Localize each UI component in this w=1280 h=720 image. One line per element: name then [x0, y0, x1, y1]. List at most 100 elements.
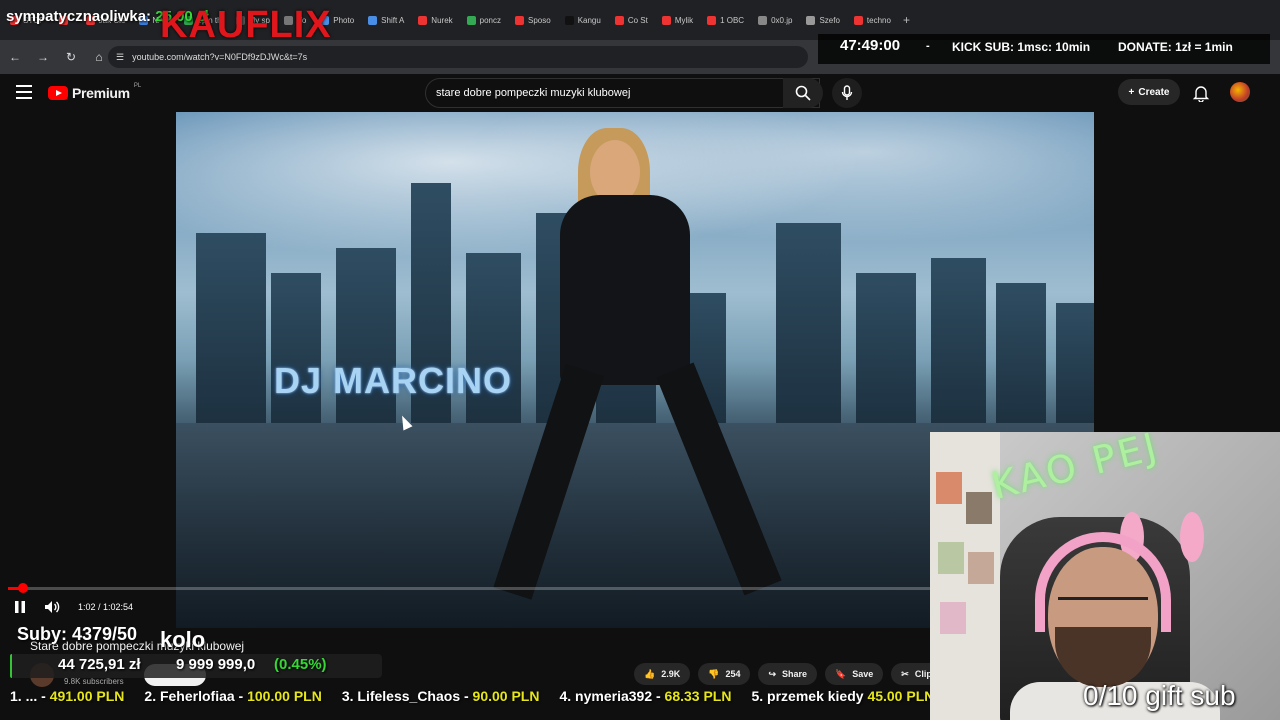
wall-photo	[938, 542, 964, 574]
ticker-amount: 90.00 PLN	[472, 688, 540, 704]
browser-tab[interactable]: Co St	[609, 7, 654, 33]
video-overlay-title: DJ MARCINO	[274, 360, 513, 401]
share-label: Share	[782, 669, 808, 679]
voice-search-button[interactable]	[832, 78, 862, 108]
search-icon	[795, 85, 811, 101]
logo-region: PL	[133, 83, 142, 89]
share-button[interactable]: ↪ Share	[758, 663, 818, 685]
ticker-item: 4. nymeria392 - 68.33 PLN	[559, 688, 731, 710]
wheel-label: kolo	[160, 627, 206, 652]
donate-rule: DONATE: 1zł = 1min	[1118, 40, 1233, 54]
tab-favicon-icon	[707, 15, 717, 25]
create-button[interactable]: + Create	[1118, 79, 1180, 105]
tab-favicon-icon	[418, 15, 428, 25]
site-info-icon[interactable]: ☰	[116, 52, 124, 63]
thumbs-up-icon: 👍	[644, 668, 656, 679]
ticker-amount: 100.00 PLN	[247, 688, 322, 704]
like-button[interactable]: 👍 2.9K	[634, 663, 691, 685]
video-building	[196, 233, 266, 423]
tab-favicon-icon	[515, 15, 524, 25]
video-dancer	[560, 195, 690, 385]
mic-icon	[841, 85, 853, 100]
tab-favicon-icon	[614, 15, 624, 25]
goal-percent: (0.45%)	[274, 656, 327, 673]
browser-tab[interactable]: Mylik	[656, 7, 699, 33]
dislike-count: 254	[725, 669, 741, 679]
video-building	[856, 273, 916, 423]
video-building	[776, 223, 841, 423]
brand-overlay: KAUFLIX	[160, 4, 332, 46]
tab-favicon-icon	[661, 15, 671, 25]
avatar[interactable]	[1230, 82, 1250, 102]
video-building	[1056, 303, 1094, 423]
video-progress-bar[interactable]	[8, 583, 930, 593]
forward-icon[interactable]: →	[36, 50, 50, 64]
goal-current: 44 725,91 zł	[58, 656, 141, 673]
dislike-button[interactable]: 👎 254	[698, 663, 751, 685]
menu-icon[interactable]	[16, 85, 32, 99]
like-count: 2.9K	[661, 669, 681, 679]
save-button[interactable]: 🔖 Save	[825, 663, 884, 685]
ticker-amount: 491.00 PLN	[49, 688, 125, 704]
ticker-name: 2. Feherlofiaa -	[144, 688, 244, 704]
gift-sub-counter: 0/10 gift sub	[1083, 680, 1236, 711]
subathon-timer: 47:49:00	[840, 37, 901, 54]
save-label: Save	[852, 669, 874, 679]
donation-goal-fill	[10, 654, 12, 678]
browser-tab[interactable]: Szefo	[800, 7, 845, 33]
plus-icon: +	[1128, 86, 1135, 98]
webcam-headset	[1180, 512, 1204, 562]
logo-text: Premium	[72, 85, 130, 101]
neon-sign: KAO PEJ	[987, 432, 1164, 508]
browser-tab[interactable]: techno	[848, 7, 897, 33]
reload-icon[interactable]: ↻	[64, 50, 78, 64]
ticker-name: 4. nymeria392 -	[559, 688, 661, 704]
wall-photo	[968, 552, 994, 584]
wall-photo	[936, 472, 962, 504]
player-controls: 1:02 / 1:02:54	[14, 600, 133, 614]
subathon-separator: -	[926, 40, 930, 52]
tab-favicon-icon	[368, 15, 378, 25]
home-icon[interactable]: ⌂	[92, 50, 106, 64]
bookmark-icon: 🔖	[835, 668, 847, 679]
back-icon[interactable]: ←	[8, 50, 22, 64]
ticker-name: 5. przemek kiedy	[751, 688, 864, 704]
search-input[interactable]: stare dobre pompeczki muzyki klubowej ✕	[425, 78, 820, 108]
new-tab-icon[interactable]: +	[899, 13, 914, 27]
ticker-amount: 45.00 PLN	[867, 688, 935, 704]
video-building	[996, 283, 1046, 423]
sub-counter: Suby: 4379/50	[17, 624, 138, 644]
search-button[interactable]	[783, 78, 823, 108]
time-display: 1:02 / 1:02:54	[78, 602, 134, 612]
volume-icon[interactable]	[44, 600, 60, 614]
ticker-item: 1. ... - 491.00 PLN	[10, 688, 124, 710]
browser-tab[interactable]: 1 OBC	[701, 7, 750, 33]
scissors-icon: ✂	[901, 668, 909, 679]
progress-scrubber[interactable]	[18, 583, 29, 593]
browser-tab[interactable]: poncz	[461, 7, 507, 33]
url-text: youtube.com/watch?v=N0FDf9zDJWc&t=7s	[132, 52, 308, 62]
browser-tab[interactable]: Sposo	[509, 7, 557, 33]
channel-subscribers: 9.8K subscribers	[64, 677, 124, 686]
wall-photo	[940, 602, 966, 634]
screen: STOP Jak Cie NAG Spin th My sp Vo Photo …	[0, 0, 1280, 720]
youtube-logo[interactable]: Premium PL	[48, 83, 142, 101]
search-value: stare dobre pompeczki muzyki klubowej	[436, 87, 631, 99]
kick-sub-rule: KICK SUB: 1msc: 10min	[952, 40, 1091, 54]
browser-tab[interactable]: Nurek	[412, 7, 458, 33]
donor-name: sympatycznaoliwka:	[6, 8, 152, 25]
pause-icon[interactable]	[14, 600, 26, 614]
ticker-name: 3. Lifeless_Chaos -	[341, 688, 469, 704]
browser-tab[interactable]: Kangu	[559, 7, 607, 33]
bell-icon[interactable]	[1192, 84, 1210, 102]
ticker-item: 5. przemek kiedy 45.00 PLN	[751, 688, 934, 710]
tab-favicon-icon	[564, 15, 574, 25]
browser-tab[interactable]: 0x0.jp	[752, 7, 798, 33]
browser-tab[interactable]: Shift A	[362, 7, 410, 33]
ticker-amount: 68.33 PLN	[664, 688, 732, 704]
url-field[interactable]: ☰ youtube.com/watch?v=N0FDf9zDJWc&t=7s	[108, 46, 808, 68]
youtube-header: Premium PL stare dobre pompeczki muzyki …	[0, 74, 1280, 112]
video-building	[931, 258, 986, 423]
tab-favicon-icon	[853, 15, 863, 25]
ticker-item: 2. Feherlofiaa - 100.00 PLN	[144, 688, 321, 710]
